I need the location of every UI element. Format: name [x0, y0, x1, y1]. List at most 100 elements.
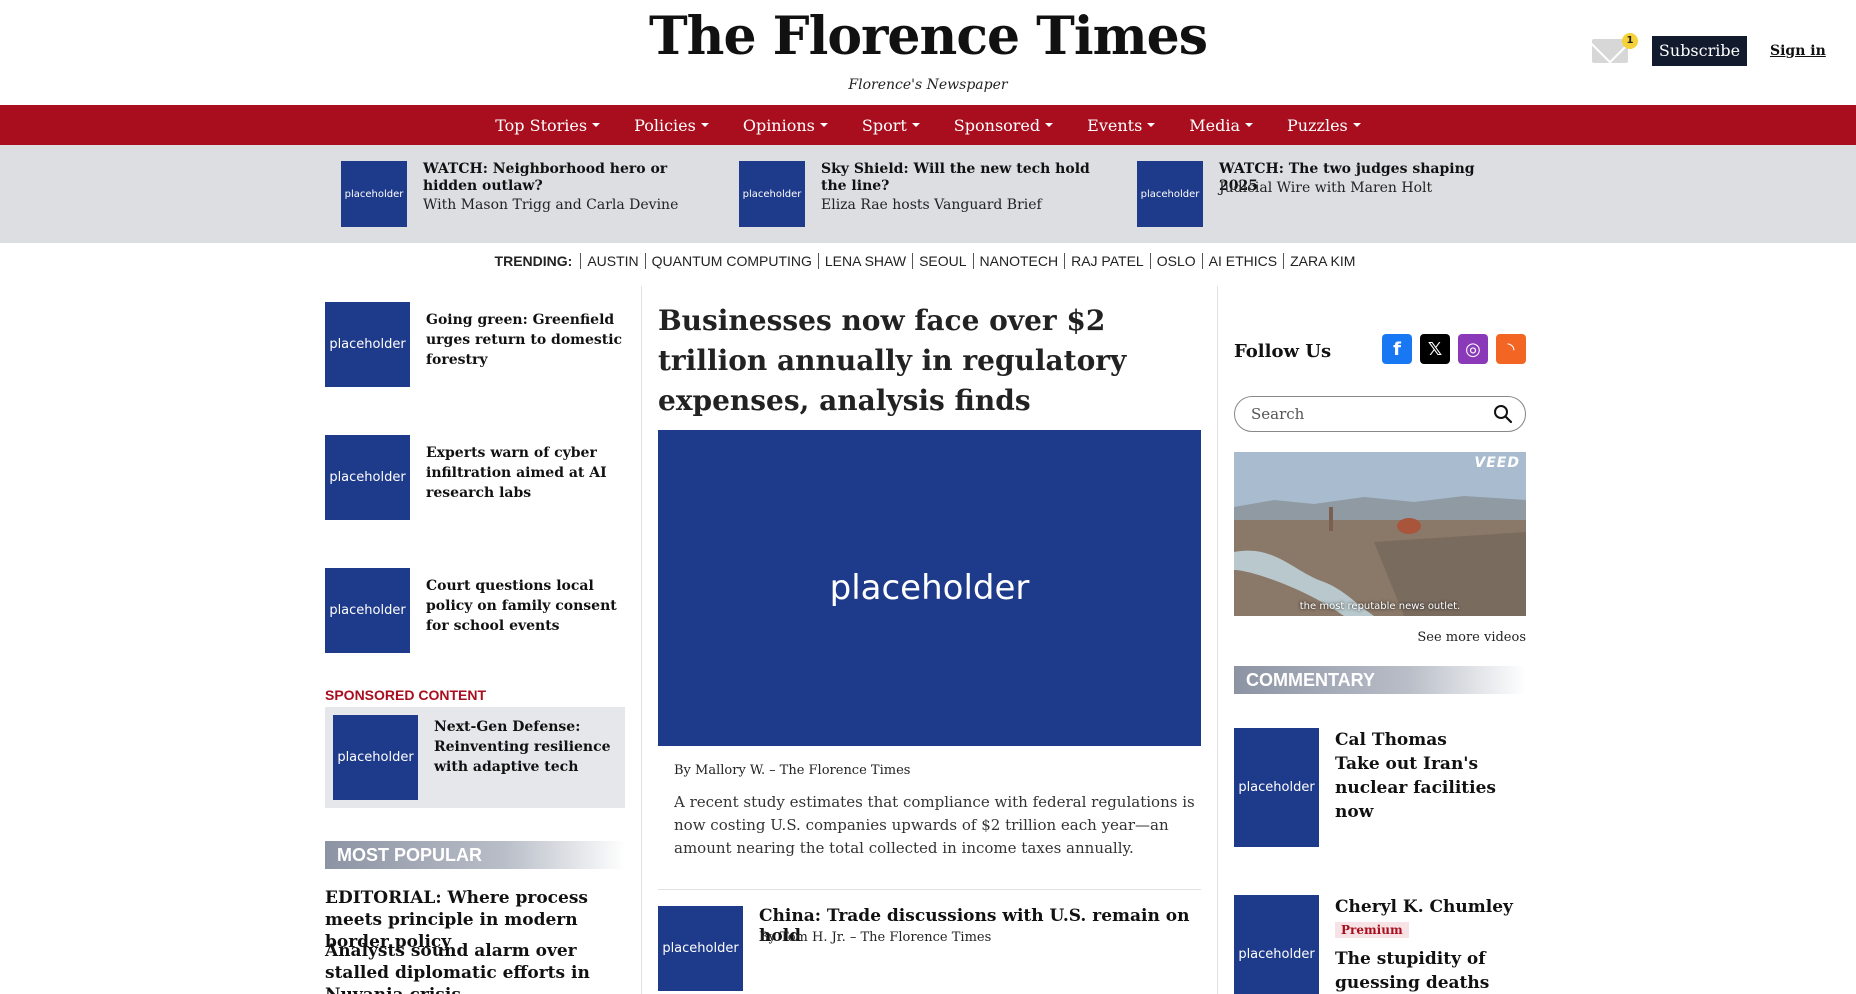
nav-media[interactable]: Media	[1172, 116, 1270, 135]
signin-link[interactable]: Sign in	[1770, 43, 1826, 59]
trending-topic[interactable]: ZARA KIM	[1283, 253, 1362, 269]
video-subtitle: Judicial Wire with Maren Holt	[1219, 180, 1433, 196]
video-title[interactable]: Sky Shield: Will the new tech hold the l…	[821, 161, 1111, 195]
nav-label: Opinions	[742, 115, 815, 135]
nav-label: Media	[1189, 115, 1241, 135]
video-subtitle: With Mason Trigg and Carla Devine	[423, 197, 679, 213]
subscribe-button[interactable]: Subscribe	[1652, 36, 1747, 66]
x-icon[interactable]: 𝕏	[1420, 334, 1450, 364]
video-item[interactable]: placeholder WATCH: The two judges shapin…	[1137, 161, 1507, 227]
nav-top-stories[interactable]: Top Stories	[478, 116, 617, 135]
main-nav: Top Stories Policies Opinions Sport Spon…	[0, 105, 1856, 145]
trending-topic[interactable]: QUANTUM COMPUTING	[644, 253, 818, 269]
video-thumbnail[interactable]: placeholder	[1137, 161, 1203, 227]
video-thumbnail[interactable]: placeholder	[341, 161, 407, 227]
mail-badge: 1	[1622, 33, 1638, 49]
featured-video[interactable]: VEED the most reputable news outlet.	[1234, 452, 1526, 616]
left-story[interactable]: placeholder Experts warn of cyber infilt…	[325, 435, 625, 520]
trending-topic[interactable]: AI ETHICS	[1201, 253, 1284, 269]
video-caption: the most reputable news outlet.	[1299, 601, 1461, 612]
column-divider	[1217, 286, 1218, 994]
video-strip: placeholder WATCH: Neighborhood hero or …	[0, 145, 1856, 243]
caret-down-icon	[819, 123, 828, 127]
trending-label: TRENDING:	[494, 253, 573, 269]
lead-headline[interactable]: Businesses now face over $2 trillion ann…	[658, 301, 1198, 421]
mail-button[interactable]: 1	[1592, 33, 1638, 63]
byline-author[interactable]: By Mallory W.	[674, 763, 765, 778]
follow-us-label: Follow Us	[1234, 341, 1332, 362]
see-more-videos-link[interactable]: See more videos	[1234, 630, 1526, 645]
story-title[interactable]: Going green: Greenfield urges return to …	[426, 310, 626, 370]
nav-sponsored[interactable]: Sponsored	[937, 116, 1070, 135]
popular-story[interactable]: Analysts sound alarm over stalled diplom…	[325, 940, 625, 994]
byline-separator: –	[769, 763, 776, 778]
premium-badge: Premium	[1335, 922, 1409, 938]
caret-down-icon	[1352, 123, 1361, 127]
search-input[interactable]	[1251, 397, 1481, 431]
commentary-thumbnail[interactable]: placeholder	[1234, 895, 1319, 994]
nav-label: Puzzles	[1287, 115, 1348, 135]
instagram-icon[interactable]: ◎	[1458, 334, 1488, 364]
site-tagline: Florence's Newspaper	[848, 77, 1008, 93]
nav-events[interactable]: Events	[1070, 116, 1172, 135]
video-subtitle: Eliza Rae hosts Vanguard Brief	[821, 197, 1042, 213]
trending-topic[interactable]: NANOTECH	[972, 253, 1065, 269]
city-aerial-image	[1234, 452, 1526, 616]
story-thumbnail[interactable]: placeholder	[325, 435, 410, 520]
trending-topic[interactable]: SEOUL	[912, 253, 973, 269]
facebook-icon[interactable]: f	[1382, 334, 1412, 364]
most-popular-header: MOST POPULAR	[325, 841, 625, 869]
lead-summary: A recent study estimates that compliance…	[674, 793, 1195, 857]
caret-down-icon	[1045, 123, 1054, 127]
commentary-title[interactable]: The stupidity of guessing deaths	[1335, 947, 1525, 994]
nav-label: Events	[1087, 115, 1143, 135]
rss-icon[interactable]: ◝	[1496, 334, 1526, 364]
lead-image[interactable]: placeholder	[658, 430, 1201, 746]
divider	[658, 889, 1201, 890]
lead-byline: By Mallory W. – The Florence Times	[674, 763, 910, 778]
trending-topic[interactable]: RAJ PATEL	[1064, 253, 1150, 269]
nav-puzzles[interactable]: Puzzles	[1270, 116, 1378, 135]
trending-bar: TRENDING: AUSTIN QUANTUM COMPUTING LENA SHA…	[0, 253, 1856, 269]
caret-down-icon	[911, 123, 920, 127]
trending-topic[interactable]: OSLO	[1149, 253, 1202, 269]
nav-policies[interactable]: Policies	[617, 116, 726, 135]
sponsored-story[interactable]: placeholder Next-Gen Defense: Reinventin…	[325, 707, 625, 808]
story-title[interactable]: Court questions local policy on family c…	[426, 576, 626, 636]
left-story[interactable]: placeholder Going green: Greenfield urge…	[325, 302, 625, 387]
search-icon[interactable]	[1493, 404, 1513, 424]
video-item[interactable]: placeholder WATCH: Neighborhood hero or …	[341, 161, 711, 227]
caret-down-icon	[1147, 123, 1156, 127]
nav-opinions[interactable]: Opinions	[726, 116, 845, 135]
trending-topic[interactable]: LENA SHAW	[817, 253, 913, 269]
search-box	[1234, 396, 1526, 432]
story-title[interactable]: Next-Gen Defense: Reinventing resilience…	[434, 717, 614, 777]
column-divider	[641, 286, 642, 994]
commentary-author[interactable]: Cal Thomas	[1335, 730, 1447, 750]
story-thumbnail[interactable]: placeholder	[325, 302, 410, 387]
commentary-header: COMMENTARY	[1234, 666, 1526, 694]
nav-label: Top Stories	[495, 115, 588, 135]
commentary-title[interactable]: Take out Iran's nuclear facilities now	[1335, 752, 1525, 824]
nav-label: Sponsored	[953, 115, 1041, 135]
story-thumbnail[interactable]: placeholder	[333, 715, 418, 800]
nav-label: Sport	[861, 115, 907, 135]
caret-down-icon	[592, 123, 601, 127]
story-thumbnail[interactable]: placeholder	[325, 568, 410, 653]
left-story[interactable]: placeholder Court questions local policy…	[325, 568, 625, 653]
video-title[interactable]: WATCH: Neighborhood hero or hidden outla…	[423, 161, 713, 195]
caret-down-icon	[700, 123, 709, 127]
story-title[interactable]: Experts warn of cyber infiltration aimed…	[426, 443, 626, 503]
video-brand: VEED	[1474, 455, 1520, 471]
nav-sport[interactable]: Sport	[845, 116, 937, 135]
trending-topic[interactable]: AUSTIN	[580, 253, 645, 269]
video-item[interactable]: placeholder Sky Shield: Will the new tec…	[739, 161, 1109, 227]
masthead: The Florence Times Florence's Newspaper …	[0, 0, 1856, 105]
story-thumbnail[interactable]: placeholder	[658, 906, 743, 991]
video-thumbnail[interactable]: placeholder	[739, 161, 805, 227]
nav-label: Policies	[634, 115, 696, 135]
site-logo[interactable]: The Florence Times	[0, 6, 1856, 67]
commentary-author[interactable]: Cheryl K. Chumley	[1335, 897, 1513, 917]
story-byline: By Tom H. Jr. – The Florence Times	[759, 930, 992, 945]
commentary-thumbnail[interactable]: placeholder	[1234, 728, 1319, 847]
